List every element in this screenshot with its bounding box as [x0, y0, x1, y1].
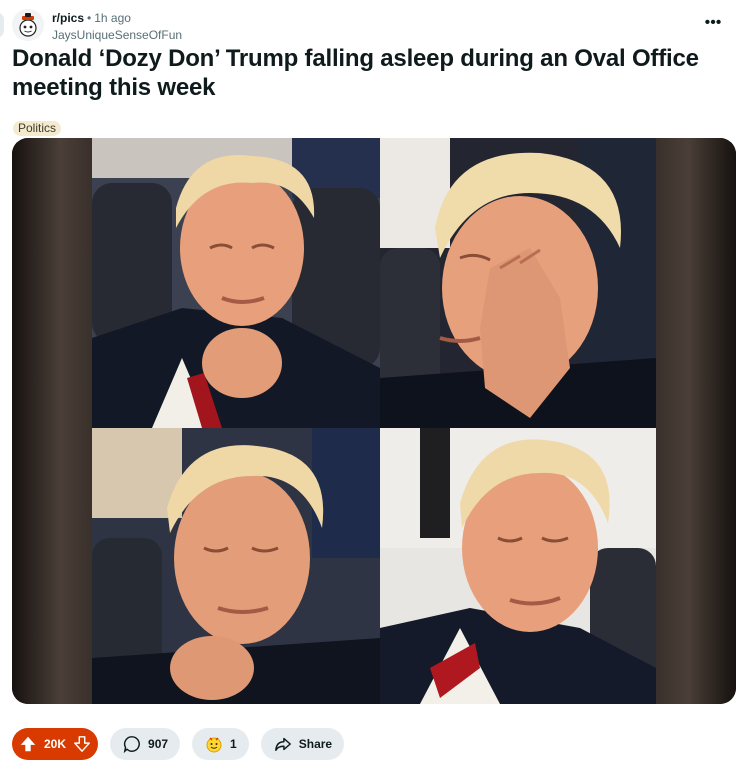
comment-icon — [122, 734, 142, 754]
vote-pill: 20K — [12, 728, 99, 760]
overflow-menu-icon[interactable]: ••• — [701, 15, 725, 35]
comments-button[interactable]: 907 — [110, 728, 181, 760]
post-header: r/pics • 1h ago JaysUniqueSenseOfFun ••• — [12, 9, 727, 45]
collage-photo-4 — [380, 428, 656, 704]
author-link[interactable]: JaysUniqueSenseOfFun — [52, 28, 182, 43]
subreddit-link[interactable]: r/pics — [52, 11, 84, 25]
reddit-avatar-icon[interactable] — [12, 9, 44, 41]
award-count: 1 — [230, 737, 237, 751]
collapse-edge-tab[interactable] — [0, 12, 4, 38]
comment-count: 907 — [148, 737, 169, 751]
vote-count: 20K — [44, 737, 67, 751]
share-icon — [273, 734, 293, 754]
share-label: Share — [298, 737, 333, 751]
award-icon — [204, 734, 224, 754]
post-image[interactable] — [12, 138, 736, 704]
collage-photo-3 — [92, 428, 380, 704]
downvote-icon[interactable] — [72, 734, 92, 754]
post-age: 1h ago — [94, 11, 131, 25]
post-actions: 20K 907 1 Share — [12, 728, 345, 760]
flair-badge[interactable]: Politics — [13, 121, 62, 136]
image-blur-left — [12, 138, 92, 704]
collage-photo-1 — [92, 138, 380, 428]
post-meta: r/pics • 1h ago JaysUniqueSenseOfFun — [52, 11, 182, 43]
image-blur-right — [656, 138, 736, 704]
award-button[interactable]: 1 — [192, 728, 249, 760]
share-button[interactable]: Share — [260, 728, 345, 760]
photo-collage — [92, 138, 656, 704]
collage-photo-2 — [380, 138, 656, 428]
meta-separator: • — [87, 11, 92, 25]
post-title[interactable]: Donald ‘Dozy Don’ Trump falling asleep d… — [12, 44, 712, 102]
upvote-icon[interactable] — [18, 734, 38, 754]
